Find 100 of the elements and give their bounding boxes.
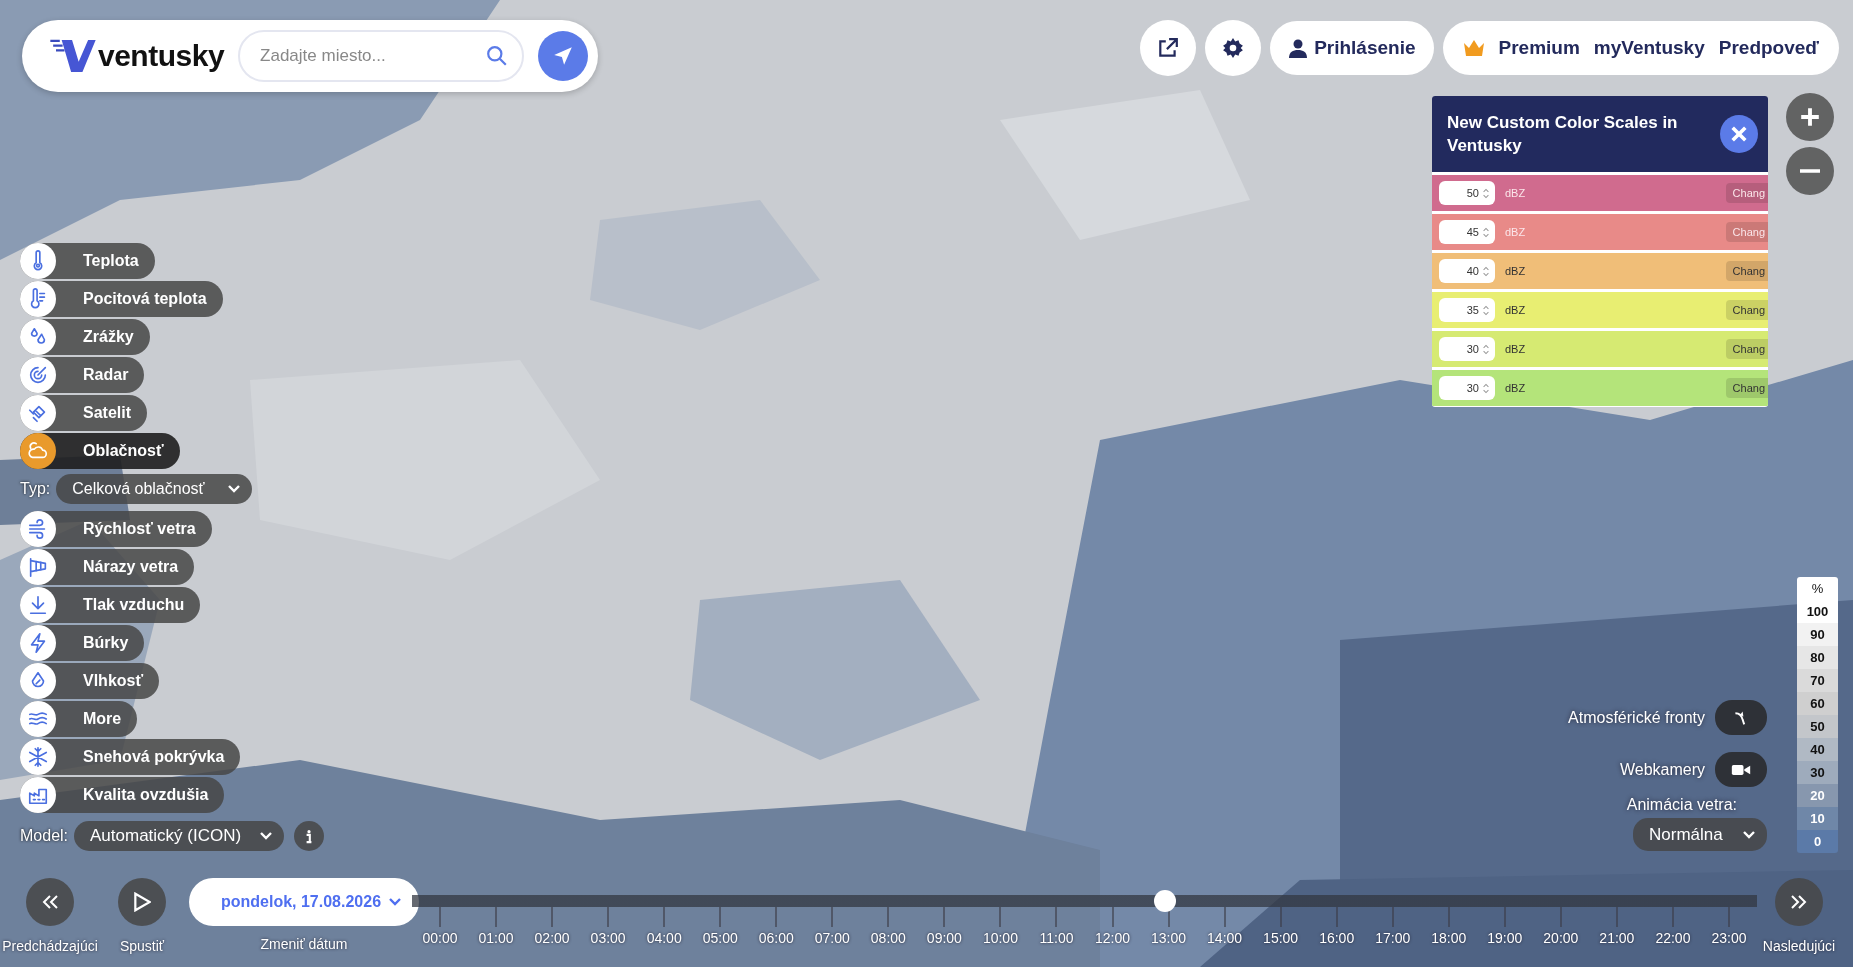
wind-animation-dropdown[interactable]: Normálna <box>1633 818 1767 851</box>
hour-label: 16:00 <box>1319 930 1355 946</box>
hour-label: 18:00 <box>1431 930 1467 946</box>
hour-label: 03:00 <box>590 930 626 946</box>
layer-button[interactable]: Pocitová teplota <box>20 281 223 317</box>
close-icon <box>1730 125 1748 143</box>
legend-unit: % <box>1797 577 1838 600</box>
layer-button[interactable]: Kvalita ovzdušia <box>20 777 225 813</box>
model-label: Model: <box>20 827 69 845</box>
change-button[interactable]: Chang <box>1725 183 1768 203</box>
settings-icon <box>1222 37 1245 59</box>
number-field[interactable]: 40 <box>1439 259 1495 283</box>
change-button[interactable]: Chang <box>1725 300 1768 320</box>
type-dropdown[interactable]: Celková oblačnosť <box>56 474 253 504</box>
legend-step: 100 <box>1797 600 1838 623</box>
unit-label: dBZ <box>1505 265 1527 277</box>
legend-step: 50 <box>1797 715 1838 738</box>
legend-step: 30 <box>1797 761 1838 784</box>
panel-title: New Custom Color Scales in Ventusky <box>1447 112 1679 157</box>
unit-label: dBZ <box>1505 382 1527 394</box>
layer-button[interactable]: Zrážky <box>20 319 150 355</box>
locate-button[interactable] <box>538 31 588 81</box>
down-arrow-icon <box>27 594 49 616</box>
number-field[interactable]: 30 <box>1439 337 1495 361</box>
legend-step: 40 <box>1797 738 1838 761</box>
spinner-icon <box>1482 342 1490 356</box>
hour-label: 23:00 <box>1711 930 1747 946</box>
hour-label: 17:00 <box>1375 930 1411 946</box>
layer-button[interactable]: Vlhkosť <box>20 663 160 699</box>
legend-step: 80 <box>1797 646 1838 669</box>
nav-link[interactable]: Predpoveď <box>1718 37 1819 59</box>
change-button[interactable]: Chang <box>1725 261 1768 281</box>
hour-label: 12:00 <box>1095 930 1131 946</box>
nav-link[interactable]: Premium <box>1498 37 1580 59</box>
search-icon[interactable] <box>486 45 508 67</box>
number-field[interactable]: 35 <box>1439 298 1495 322</box>
crown-icon <box>1462 39 1485 57</box>
type-label: Typ: <box>20 480 51 498</box>
number-field[interactable]: 45 <box>1439 220 1495 244</box>
video-camera-icon <box>1731 762 1751 777</box>
hour-label: 06:00 <box>758 930 794 946</box>
change-button[interactable]: Chang <box>1725 378 1768 398</box>
number-field[interactable]: 50 <box>1439 181 1495 205</box>
change-button[interactable]: Chang <box>1725 339 1768 359</box>
hour-label: 00:00 <box>422 930 458 946</box>
hour-label: 13:00 <box>1151 930 1187 946</box>
play-label: Spustiť <box>119 938 165 954</box>
next-label: Nasledujúci <box>1762 938 1836 954</box>
previous-label: Predchádzajúci <box>2 938 98 954</box>
hour-label: 09:00 <box>926 930 962 946</box>
layer-button[interactable]: Rýchlosť vetra <box>20 511 212 547</box>
unit-label: dBZ <box>1505 304 1527 316</box>
layer-button[interactable]: Oblačnosť <box>20 433 180 469</box>
chevron-icon <box>1743 830 1755 839</box>
model-dropdown[interactable]: Automatický (ICON) <box>74 821 285 851</box>
wind-animation-label: Animácia vetra: <box>1626 796 1737 814</box>
layer-button[interactable]: Satelit <box>20 395 147 431</box>
hour-label: 14:00 <box>1207 930 1243 946</box>
spinner-icon <box>1482 264 1490 278</box>
layer-button[interactable]: Tlak vzduchu <box>20 587 201 623</box>
radar-icon <box>27 364 49 386</box>
plus-icon <box>1799 106 1821 128</box>
hour-label: 21:00 <box>1599 930 1635 946</box>
spinner-icon <box>1482 303 1490 317</box>
navigation-arrow-icon <box>552 45 574 67</box>
hour-label: 02:00 <box>534 930 570 946</box>
external-link-icon <box>1157 37 1180 59</box>
hour-label: 07:00 <box>814 930 850 946</box>
spinner-icon <box>1482 186 1490 200</box>
hour-label: 15:00 <box>1263 930 1299 946</box>
play-icon <box>133 892 151 912</box>
date-picker[interactable]: pondelok, 17.08.2026 <box>188 878 420 926</box>
number-field[interactable]: 30 <box>1439 376 1495 400</box>
search-field[interactable]: Zadajte miesto... <box>238 30 524 82</box>
hour-label: 08:00 <box>870 930 906 946</box>
chevron-icon <box>228 485 241 493</box>
hour-label: 05:00 <box>702 930 738 946</box>
hour-label: 19:00 <box>1487 930 1523 946</box>
login-button[interactable]: Prihlásenie <box>1270 21 1434 75</box>
user-icon <box>1288 38 1309 58</box>
nav-link[interactable]: myVentusky <box>1593 37 1705 59</box>
spinner-icon <box>1482 225 1490 239</box>
spinner-icon <box>1482 381 1490 395</box>
legend-step: 70 <box>1797 669 1838 692</box>
unit-label: dBZ <box>1505 226 1527 238</box>
layer-button[interactable]: Nárazy vetra <box>20 549 195 585</box>
hour-label: 20:00 <box>1543 930 1579 946</box>
legend-step: 0 <box>1797 830 1838 853</box>
minus-icon <box>1799 169 1821 173</box>
unit-label: dBZ <box>1505 343 1527 355</box>
layer-button[interactable]: Radar <box>20 357 145 393</box>
layer-button[interactable]: Búrky <box>20 625 145 661</box>
snowflake-icon <box>27 746 49 768</box>
layer-button[interactable]: Snehová pokrývka <box>20 739 241 775</box>
hour-label: 04:00 <box>646 930 682 946</box>
rewind-icon <box>40 894 60 910</box>
hour-label: 11:00 <box>1039 930 1074 946</box>
close-button[interactable] <box>1720 115 1758 153</box>
layer-button[interactable]: More <box>20 701 138 737</box>
layer-button[interactable]: Teplota <box>20 243 155 279</box>
